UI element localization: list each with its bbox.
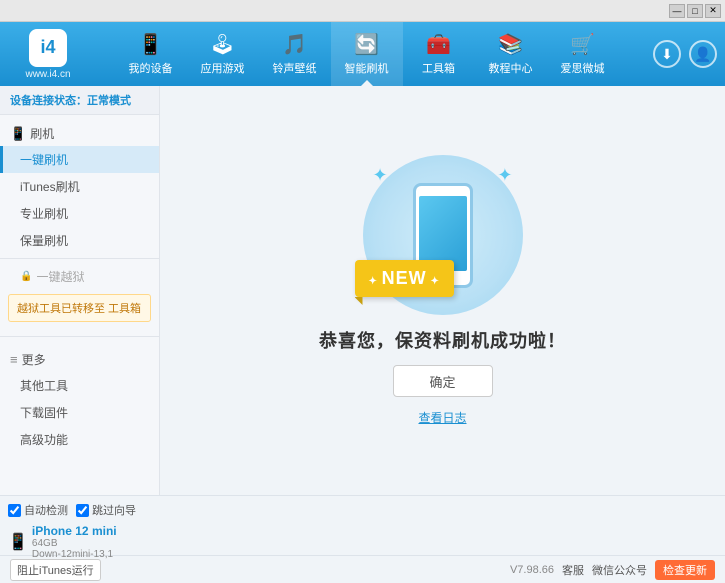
weidian-icon: 🛒	[570, 32, 595, 57]
more-section-icon: ≡	[10, 352, 18, 367]
flash-section: 📱 刷机 一键刷机 iTunes刷机 专业刷机 保量刷机 🔒 一键越狱 越狱工具…	[0, 115, 159, 332]
bottom-left-section: 自动检测 跳过向导 📱 iPhone 12 mini 64GB Down-12m…	[8, 502, 168, 560]
tutorials-icon: 📚	[498, 32, 523, 57]
status-value: 正常模式	[87, 95, 131, 107]
sparkle-topright: ✦	[497, 165, 512, 186]
nav-item-smart-flash-label: 智能刷机	[345, 60, 389, 76]
sidebar-divider-2	[0, 336, 159, 337]
sidebar-item-other-tools[interactable]: 其他工具	[0, 372, 159, 399]
flash-section-icon: 📱	[10, 126, 26, 142]
logo-icon: i4	[29, 29, 67, 67]
logo-text: i4	[40, 37, 55, 58]
success-text: 恭喜您，保资料刷机成功啦！	[319, 327, 566, 353]
nav-bar: i4 www.i4.cn 📱 我的设备 🕹 应用游戏 🎵 铃声壁纸 🔄 智能刷机…	[0, 22, 725, 86]
nav-item-ringtones[interactable]: 🎵 铃声壁纸	[259, 22, 331, 86]
app-logo: i4 www.i4.cn	[8, 29, 88, 80]
device-storage: 64GB	[32, 538, 117, 549]
auto-detect-label: 自动检测	[24, 502, 68, 518]
user-button[interactable]: 👤	[689, 40, 717, 68]
nav-item-weidian-label: 爱思微城	[561, 60, 605, 76]
nav-item-my-device[interactable]: 📱 我的设备	[115, 22, 187, 86]
flash-section-header: 📱 刷机	[0, 121, 159, 146]
download-button[interactable]: ⬇	[653, 40, 681, 68]
sidebar-item-pro-flash[interactable]: 专业刷机	[0, 200, 159, 227]
sidebar-item-advanced[interactable]: 高级功能	[0, 426, 159, 453]
sidebar-divider-1	[0, 258, 159, 259]
close-button[interactable]: ✕	[705, 4, 721, 18]
toolbox-icon: 🧰	[426, 32, 451, 57]
nav-item-toolbox-label: 工具箱	[422, 60, 455, 76]
sidebar-item-onekey-flash[interactable]: 一键刷机	[0, 146, 159, 173]
nav-item-apps-games[interactable]: 🕹 应用游戏	[187, 22, 259, 86]
nav-item-smart-flash[interactable]: 🔄 智能刷机	[331, 22, 403, 86]
flash-section-label: 刷机	[30, 125, 54, 142]
device-icon: 📱	[8, 532, 28, 552]
nav-item-weidian[interactable]: 🛒 爱思微城	[547, 22, 619, 86]
skip-wizard-checkbox-label[interactable]: 跳过向导	[76, 502, 136, 518]
apps-games-icon: 🕹	[210, 32, 235, 57]
sidebar-item-download-firmware[interactable]: 下载固件	[0, 399, 159, 426]
sidebar-item-save-flash[interactable]: 保量刷机	[0, 227, 159, 254]
phone-illustration: ✦ ✦ ✦ NEW	[363, 155, 523, 315]
nav-item-my-device-label: 我的设备	[129, 60, 173, 76]
version-label: V7.98.66	[510, 564, 554, 576]
status-label: 设备连接状态：	[10, 95, 87, 107]
nav-items: 📱 我的设备 🕹 应用游戏 🎵 铃声壁纸 🔄 智能刷机 🧰 工具箱 📚 教程中心…	[88, 22, 645, 86]
sparkle-topleft: ✦	[373, 165, 388, 186]
sidebar: 设备连接状态：正常模式 📱 刷机 一键刷机 iTunes刷机 专业刷机 保量刷机…	[0, 86, 160, 495]
my-device-icon: 📱	[138, 32, 163, 57]
device-name: iPhone 12 mini	[32, 524, 117, 538]
itunes-stop-button[interactable]: 阻止iTunes运行	[10, 559, 101, 581]
more-section-header: ≡ 更多	[0, 347, 159, 372]
nav-item-ringtones-label: 铃声壁纸	[273, 60, 317, 76]
auto-detect-checkbox-label[interactable]: 自动检测	[8, 502, 68, 518]
ribbon-fold	[355, 297, 363, 305]
success-illustration: ✦ ✦ ✦ NEW 恭喜您，保资料刷机成功啦！ 确定 查看日志	[319, 155, 566, 426]
nav-item-tutorials[interactable]: 📚 教程中心	[475, 22, 547, 86]
lock-icon: 🔒	[20, 271, 32, 282]
sidebar-status: 设备连接状态：正常模式	[0, 86, 159, 115]
main-content: ✦ ✦ ✦ NEW 恭喜您，保资料刷机成功啦！ 确定 查看日志	[160, 86, 725, 495]
new-ribbon: NEW	[355, 260, 454, 297]
main-layout: 设备连接状态：正常模式 📱 刷机 一键刷机 iTunes刷机 专业刷机 保量刷机…	[0, 86, 725, 495]
auto-detect-checkbox[interactable]	[8, 504, 21, 517]
checkboxes-row: 自动检测 跳过向导	[8, 502, 168, 518]
sidebar-item-jailbreak: 🔒 一键越狱	[0, 263, 159, 290]
nav-item-apps-games-label: 应用游戏	[201, 60, 245, 76]
nav-right-buttons: ⬇ 👤	[653, 40, 717, 68]
sidebar-item-itunes-flash[interactable]: iTunes刷机	[0, 173, 159, 200]
retry-link[interactable]: 查看日志	[418, 409, 466, 426]
minimize-button[interactable]: —	[669, 4, 685, 18]
jailbreak-label: 一键越狱	[36, 268, 84, 285]
maximize-button[interactable]: □	[687, 4, 703, 18]
device-row: 📱 iPhone 12 mini 64GB Down-12mini-13,1	[8, 524, 168, 560]
wechat-link[interactable]: 微信公众号	[592, 562, 647, 578]
logo-subtitle: www.i4.cn	[25, 69, 70, 80]
device-details: iPhone 12 mini 64GB Down-12mini-13,1	[32, 524, 117, 560]
confirm-button[interactable]: 确定	[393, 365, 493, 397]
title-bar: — □ ✕	[0, 0, 725, 22]
more-section: ≡ 更多 其他工具 下载固件 高级功能	[0, 341, 159, 459]
update-button[interactable]: 检查更新	[655, 560, 715, 580]
smart-flash-icon: 🔄	[354, 32, 379, 57]
support-link[interactable]: 客服	[562, 562, 584, 578]
sidebar-warning-box: 越狱工具已转移至 工具箱	[8, 294, 151, 322]
skip-wizard-label: 跳过向导	[92, 502, 136, 518]
ringtones-icon: 🎵	[282, 32, 307, 57]
nav-item-toolbox[interactable]: 🧰 工具箱	[403, 22, 475, 86]
checkbox-device-row: 自动检测 跳过向导 📱 iPhone 12 mini 64GB Down-12m…	[0, 495, 725, 555]
more-section-label: 更多	[22, 351, 46, 368]
skip-wizard-checkbox[interactable]	[76, 504, 89, 517]
nav-item-tutorials-label: 教程中心	[489, 60, 533, 76]
